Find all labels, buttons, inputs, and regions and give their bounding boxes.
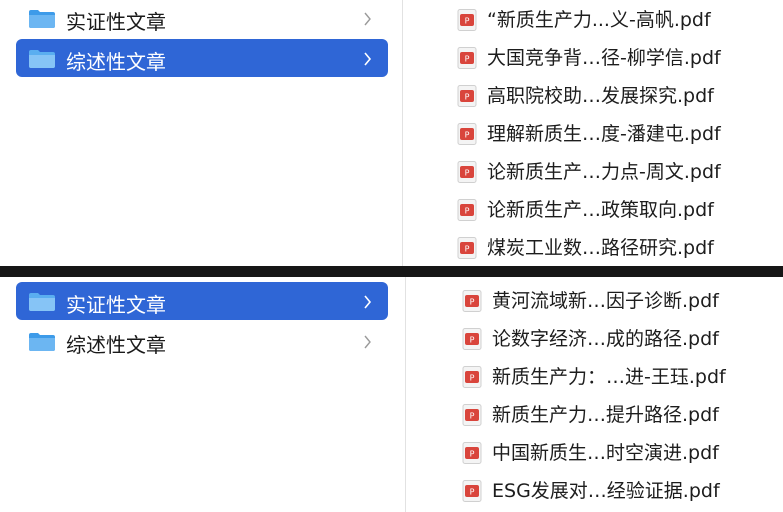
svg-text:P: P [465,245,470,254]
pdf-file-icon: P [462,480,482,502]
file-name: 黄河流域新…因子诊断.pdf [492,290,719,312]
svg-text:P: P [465,93,470,102]
file-name: 高职院校助…发展探究.pdf [487,85,714,107]
file-name: 理解新质生…度-潘建屯.pdf [487,123,721,145]
pdf-file-icon: P [462,328,482,350]
folder-icon [29,10,55,28]
pdf-file-icon: P [457,123,477,145]
folder-row-review[interactable]: 综述性文章 [16,322,388,360]
svg-text:P: P [470,336,475,345]
pdf-file-icon: P [457,9,477,31]
folder-label: 实证性文章 [66,10,166,34]
file-name: 论新质生产…政策取向.pdf [487,199,714,221]
pdf-file-icon: P [457,85,477,107]
svg-text:P: P [465,55,470,64]
file-name: 论新质生产…力点-周文.pdf [487,161,721,183]
pdf-file-icon: P [462,442,482,464]
chevron-right-icon [364,295,372,309]
svg-text:P: P [465,207,470,216]
svg-text:P: P [470,412,475,421]
column-divider [405,277,406,512]
folder-column: 实证性文章 综述性文章 [0,277,405,512]
folder-label: 综述性文章 [66,50,166,74]
svg-text:P: P [470,488,475,497]
file-name: “新质生产力...义-高帆.pdf [487,9,711,31]
folder-label: 实证性文章 [66,293,166,317]
chevron-right-icon [364,335,371,349]
file-column: P 黄河流域新…因子诊断.pdf P 论数字经济…成的路径.pdf P 新质生产… [462,277,783,512]
file-name: 中国新质生…时空演进.pdf [492,442,719,464]
folder-icon [29,50,55,68]
pdf-file-icon: P [462,366,482,388]
finder-panel-top: 实证性文章 综述性文章 P “新质生产力...义-高帆.pdf P 大国竞争背…… [0,0,783,266]
svg-text:P: P [465,17,470,26]
folder-column: 实证性文章 综述性文章 [0,0,405,266]
svg-text:P: P [465,169,470,178]
folder-icon [29,293,55,311]
file-name: 新质生产力：…进-王珏.pdf [492,366,726,388]
folder-icon [29,333,55,351]
pdf-file-icon: P [457,47,477,69]
file-name: ESG发展对…经验证据.pdf [492,480,720,502]
pdf-file-icon: P [457,161,477,183]
chevron-right-icon [364,52,372,66]
pdf-file-icon: P [462,404,482,426]
svg-text:P: P [465,131,470,140]
file-name: 论数字经济…成的路径.pdf [492,328,719,350]
pdf-file-icon: P [457,199,477,221]
svg-text:P: P [470,450,475,459]
chevron-right-icon [364,12,371,26]
file-column: P “新质生产力...义-高帆.pdf P 大国竞争背…径-柳学信.pdf P … [457,0,783,266]
pdf-file-icon: P [457,237,477,259]
folder-row-empirical[interactable]: 实证性文章 [16,282,388,320]
folder-label: 综述性文章 [66,333,166,357]
folder-row-review[interactable]: 综述性文章 [16,39,388,77]
pdf-file-icon: P [462,290,482,312]
file-name: 煤炭工业数…路径研究.pdf [487,237,714,259]
finder-panel-bottom: 实证性文章 综述性文章 P 黄河流域新…因子诊断.pdf P 论数字经济…成的路… [0,277,783,512]
screenshot-separator [0,266,783,277]
file-name: 大国竞争背…径-柳学信.pdf [487,47,721,69]
file-name: 新质生产力…提升路径.pdf [492,404,719,426]
svg-text:P: P [470,374,475,383]
folder-row-empirical[interactable]: 实证性文章 [16,0,388,37]
svg-text:P: P [470,298,475,307]
column-divider [402,0,403,266]
